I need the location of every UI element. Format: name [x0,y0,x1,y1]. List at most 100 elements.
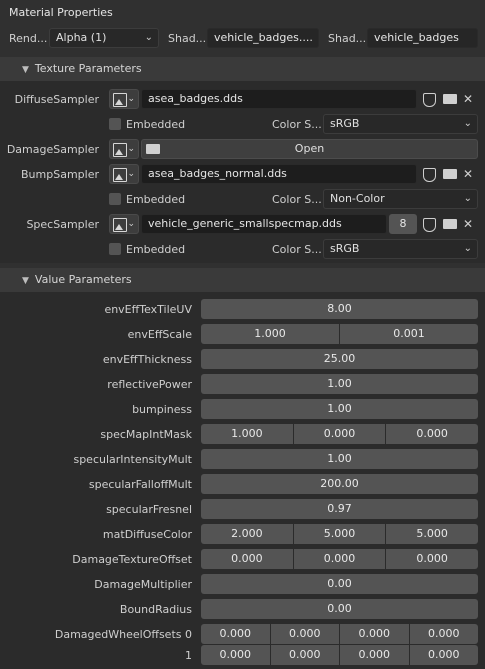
diffuse-image-browse-button[interactable]: ⌄ [109,89,139,109]
image-icon [113,168,127,182]
folder-icon[interactable] [440,89,460,109]
value-number-field[interactable]: 200.00 [201,474,478,494]
render-method-dropdown[interactable]: Alpha (1) ⌄ [49,28,159,48]
bump-embedded-checkbox[interactable] [109,193,121,205]
value-number-field[interactable]: 0.000 [340,624,409,644]
value-number-field[interactable]: 0.97 [201,499,478,519]
texture-parameters-header[interactable]: ▼ Texture Parameters [0,57,485,81]
spec-colorspace-dropdown[interactable]: sRGB ⌄ [323,239,478,259]
fake-user-shield-icon[interactable] [419,214,439,234]
value-number-field[interactable]: 8.00 [201,299,478,319]
spec-file-field[interactable]: vehicle_generic_smallspecmap.dds [141,214,387,234]
fake-user-shield-icon[interactable] [419,89,439,109]
value-number-field[interactable]: 5.000 [293,524,386,544]
value-number-field[interactable]: 0.000 [270,645,339,665]
folder-icon[interactable] [440,164,460,184]
value-number-field[interactable]: 0.000 [409,645,478,665]
bump-file-field[interactable]: asea_badges_normal.dds [141,164,417,184]
value-number-field[interactable]: 0.000 [386,424,478,444]
render-method-label: Rend... [9,32,48,45]
chevron-down-icon: ⌄ [127,169,135,179]
value-number-field[interactable]: 0.00 [201,574,478,594]
value-number-field[interactable]: 0.000 [293,424,386,444]
value-number-field[interactable]: 0.001 [340,324,478,344]
spec-colorspace-value: sRGB [330,242,360,255]
chevron-down-icon: ⌄ [463,193,472,204]
value-row-label: envEffThickness [102,353,192,366]
chevron-down-icon: ⌄ [127,144,135,154]
value-number-field[interactable]: 25.00 [201,349,478,369]
value-row-label: specularFresnel [106,503,192,516]
value-number-field[interactable]: 0.000 [201,645,270,665]
value-row-label: DamagedWheelOffsets 0 [54,628,192,641]
value-parameters-title: Value Parameters [34,273,132,286]
diffuse-colorspace-dropdown[interactable]: sRGB ⌄ [323,114,478,134]
bump-sampler-label: BumpSampler [21,168,99,181]
value-number-field[interactable]: 1.000 [201,424,293,444]
shader-field-1[interactable]: vehicle_badges.... [207,28,319,48]
chevron-down-icon: ⌄ [127,219,135,229]
close-icon[interactable]: ✕ [458,89,478,109]
chevron-down-icon: ⌄ [463,118,472,129]
image-icon [113,143,127,157]
chevron-down-icon: ⌄ [144,32,153,43]
close-icon[interactable]: ✕ [458,214,478,234]
bump-image-browse-button[interactable]: ⌄ [109,164,139,184]
value-row-label: specularFalloffMult [88,478,192,491]
value-number-field[interactable]: 1.00 [201,399,478,419]
value-number-field[interactable]: 5.000 [386,524,478,544]
diffuse-file-field[interactable]: asea_badges.dds [141,89,417,109]
fake-user-shield-icon[interactable] [419,164,439,184]
value-row-label: DamageMultiplier [94,578,192,591]
texture-parameters-title: Texture Parameters [34,62,142,75]
diffuse-colorspace-value: sRGB [330,117,360,130]
value-number-field[interactable]: 1.00 [201,449,478,469]
value-number-field[interactable]: 0.000 [340,645,409,665]
panel-title: Material Properties [9,6,113,19]
value-row-label: matDiffuseColor [102,528,192,541]
diffuse-colorspace-label: Color S... [272,118,322,131]
spec-sampler-label: SpecSampler [26,218,99,231]
bump-colorspace-dropdown[interactable]: Non-Color ⌄ [323,189,478,209]
bump-colorspace-label: Color S... [272,193,322,206]
value-number-field[interactable]: 0.000 [293,549,386,569]
damage-sampler-label: DamageSampler [6,143,99,156]
value-row-label: bumpiness [132,403,192,416]
value-number-field[interactable]: 0.000 [386,549,478,569]
value-row-label: DamageTextureOffset [72,553,192,566]
spec-embedded-checkbox[interactable] [109,243,121,255]
spec-image-browse-button[interactable]: ⌄ [109,214,139,234]
shader-label-2: Shad... [328,32,367,45]
chevron-down-icon: ⌄ [463,243,472,254]
value-row-label: envEffScale [127,328,192,341]
value-number-field[interactable]: 0.00 [201,599,478,619]
damage-image-browse-button[interactable]: ⌄ [109,139,139,159]
value-number-field[interactable]: 2.000 [201,524,293,544]
value-row-label: reflectivePower [107,378,192,391]
diffuse-embedded-checkbox[interactable] [109,118,121,130]
bump-colorspace-value: Non-Color [330,192,385,205]
shader-field-2[interactable]: vehicle_badges [367,28,478,48]
value-number-field[interactable]: 0.000 [201,549,293,569]
value-row-label: specMapIntMask [100,428,192,441]
image-icon [113,93,127,107]
diffuse-embedded-label: Embedded [126,118,186,131]
value-number-field[interactable]: 1.000 [201,324,339,344]
folder-icon [146,144,160,154]
collapse-arrow-icon: ▼ [22,65,29,75]
collapse-arrow-icon: ▼ [22,276,29,286]
value-row-label: BoundRadius [119,603,192,616]
value-parameters-header[interactable]: ▼ Value Parameters [0,268,485,292]
folder-icon[interactable] [440,214,460,234]
value-number-field[interactable]: 0.000 [201,624,270,644]
bump-embedded-label: Embedded [126,193,186,206]
shader-label-1: Shad... [168,32,207,45]
value-number-field[interactable]: 1.00 [201,374,478,394]
value-row-label: specularIntensityMult [73,453,192,466]
value-row-label: envEffTexTileUV [104,303,192,316]
value-number-field[interactable]: 0.000 [409,624,478,644]
value-number-field[interactable]: 0.000 [270,624,339,644]
spec-user-count-badge[interactable]: 8 [389,214,417,234]
close-icon[interactable]: ✕ [458,164,478,184]
damage-open-button[interactable]: Open [141,139,478,159]
